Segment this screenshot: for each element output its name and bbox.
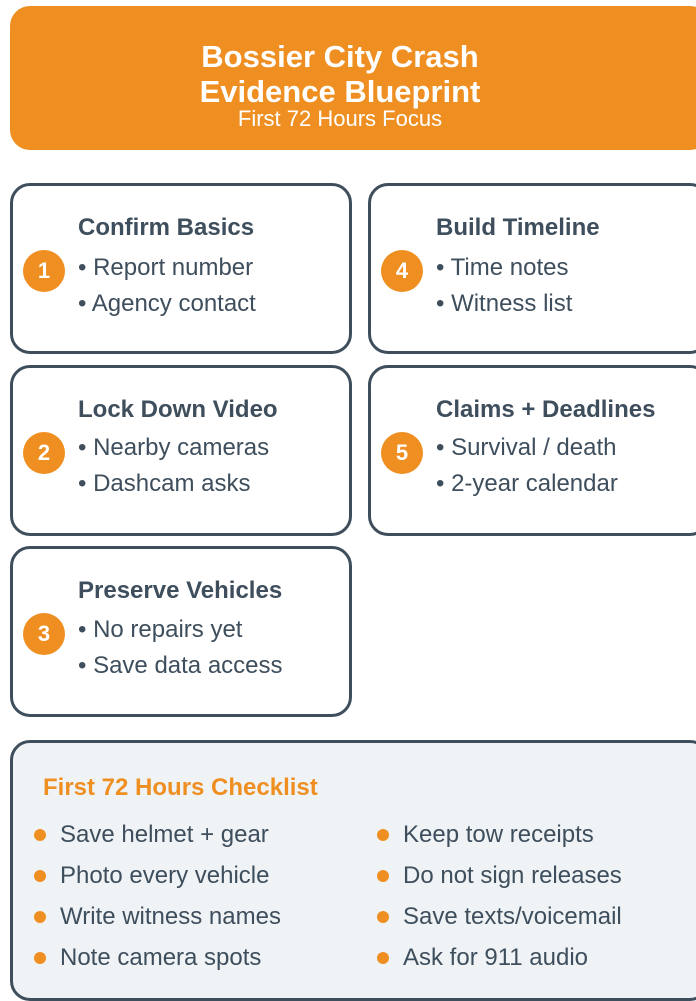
bullet-dot: [34, 870, 46, 882]
title-line-1: Bossier City Crash: [201, 39, 479, 74]
step-title: Preserve Vehicles: [78, 577, 283, 604]
step-card-preserve-vehicles: 3 Preserve Vehicles • No repairs yet • S…: [10, 546, 352, 717]
step-card-build-timeline: 4 Build Timeline • Time notes • Witness …: [368, 183, 696, 354]
step-item: • Dashcam asks: [78, 470, 251, 497]
bullet-dot: [34, 829, 46, 841]
checklist-item: Write witness names: [60, 903, 281, 930]
checklist-item: Photo every vehicle: [60, 862, 270, 889]
step-number-badge: 5: [381, 432, 423, 474]
checklist-item: Keep tow receipts: [403, 821, 594, 848]
checklist-item: Save texts/voicemail: [403, 903, 622, 930]
bullet-dot: [377, 952, 389, 964]
step-item: • Save data access: [78, 652, 283, 679]
checklist-item: Do not sign releases: [403, 862, 622, 889]
step-card-lock-down-video: 2 Lock Down Video • Nearby cameras • Das…: [10, 365, 352, 536]
page-subtitle: First 72 Hours Focus: [237, 106, 443, 131]
step-number-badge: 4: [381, 250, 423, 292]
bullet-dot: [34, 911, 46, 923]
checklist-item: Save helmet + gear: [60, 821, 269, 848]
step-title: Build Timeline: [436, 214, 600, 241]
step-number-badge: 1: [23, 250, 65, 292]
checklist-item: Note camera spots: [60, 944, 262, 971]
step-item: • Witness list: [436, 290, 573, 317]
bullet-dot: [34, 952, 46, 964]
step-title: Claims + Deadlines: [436, 396, 656, 423]
checklist-title: First 72 Hours Checklist: [43, 774, 318, 801]
checklist-item: Ask for 911 audio: [403, 944, 589, 971]
step-item: • Nearby cameras: [78, 434, 270, 461]
step-item: • Report number: [78, 254, 254, 281]
step-item: • Survival / death: [436, 434, 617, 461]
bullet-dot: [377, 911, 389, 923]
header-banner: Bossier City Crash Evidence Blueprint Fi…: [10, 6, 696, 150]
step-card-claims-deadlines: 5 Claims + Deadlines • Survival / death …: [368, 365, 696, 536]
step-number-badge: 2: [23, 432, 65, 474]
step-item: • Time notes: [436, 254, 569, 281]
step-title: Confirm Basics: [78, 214, 255, 241]
page-title: Bossier City Crash Evidence Blueprint: [10, 39, 670, 109]
step-item: • Agency contact: [78, 290, 256, 317]
step-title: Lock Down Video: [78, 396, 278, 423]
step-item: • No repairs yet: [78, 616, 243, 643]
bullet-dot: [377, 829, 389, 841]
bullet-dot: [377, 870, 389, 882]
step-item: • 2-year calendar: [436, 470, 618, 497]
checklist-panel: First 72 Hours Checklist Save helmet + g…: [10, 740, 696, 1001]
step-number-badge: 3: [23, 613, 65, 655]
step-card-confirm-basics: 1 Confirm Basics • Report number • Agenc…: [10, 183, 352, 354]
title-line-2: Evidence Blueprint: [199, 74, 481, 109]
